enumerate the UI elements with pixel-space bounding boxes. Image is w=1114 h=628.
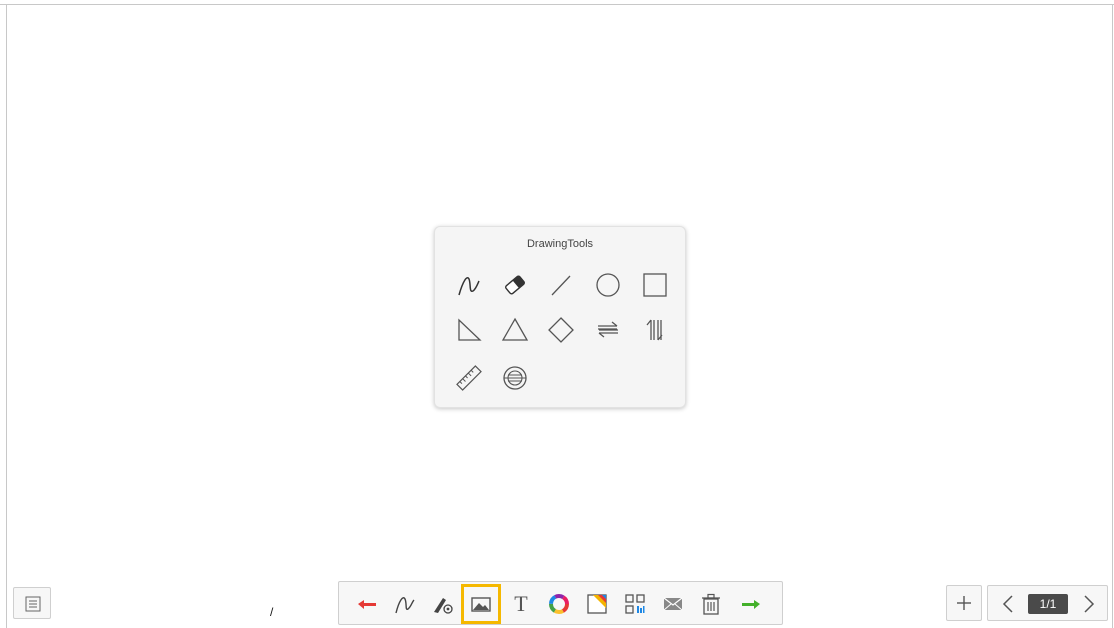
swap-vertical-icon xyxy=(646,319,663,341)
square-icon xyxy=(643,273,667,297)
swap-horizontal-icon xyxy=(598,321,618,338)
image-button[interactable] xyxy=(461,584,501,624)
color-picker-button[interactable] xyxy=(543,588,575,620)
pen-button[interactable] xyxy=(389,588,421,620)
text-icon: T xyxy=(514,591,528,616)
mail-icon xyxy=(663,597,683,611)
list-icon xyxy=(25,596,41,612)
drawing-tools-panel: DrawingTools xyxy=(434,226,686,408)
pen-icon xyxy=(395,597,415,614)
next-page-button[interactable] xyxy=(1075,590,1103,618)
color-wheel-icon xyxy=(549,594,569,614)
pen-settings-icon xyxy=(434,598,453,614)
add-page-button[interactable] xyxy=(946,585,982,621)
whiteboard-app: DrawingTools / T 1/1 xyxy=(0,0,1114,628)
redo-icon xyxy=(742,600,760,609)
eraser-tool-button[interactable] xyxy=(499,269,531,301)
ruler-tool-button[interactable] xyxy=(453,362,485,394)
swap-vertical-tool-button[interactable] xyxy=(639,314,671,346)
undo-icon xyxy=(358,600,376,609)
stray-mark: / xyxy=(270,605,274,619)
text-button[interactable]: T xyxy=(505,588,537,620)
redo-button[interactable] xyxy=(735,588,767,620)
ruler-icon xyxy=(456,365,482,391)
eraser-icon xyxy=(505,275,525,295)
frame-right-border xyxy=(1112,4,1113,628)
image-icon xyxy=(471,597,491,612)
diamond-icon xyxy=(548,317,574,343)
frame-top-border xyxy=(0,4,1114,5)
protractor-tool-button[interactable] xyxy=(499,362,531,394)
qr-code-button[interactable] xyxy=(619,588,651,620)
plus-icon xyxy=(957,596,971,610)
trash-icon xyxy=(702,593,720,615)
qr-code-icon xyxy=(625,594,645,614)
background-icon xyxy=(587,594,607,614)
right-triangle-tool-button[interactable] xyxy=(453,314,485,346)
frame-left-border xyxy=(6,4,7,628)
undo-button[interactable] xyxy=(351,588,383,620)
background-button[interactable] xyxy=(581,588,613,620)
pen-tool-button[interactable] xyxy=(453,269,485,301)
pen-icon xyxy=(458,277,480,296)
triangle-icon xyxy=(501,317,529,341)
mail-button[interactable] xyxy=(657,588,689,620)
main-toolbar: T xyxy=(338,581,783,625)
page-navigator: 1/1 xyxy=(987,585,1108,621)
drawing-tools-title: DrawingTools xyxy=(526,238,594,250)
line-tool-button[interactable] xyxy=(545,269,577,301)
page-indicator: 1/1 xyxy=(1028,594,1068,614)
chevron-left-icon xyxy=(1002,595,1013,613)
line-icon xyxy=(551,275,571,296)
right-triangle-icon xyxy=(458,318,482,341)
delete-button[interactable] xyxy=(695,588,727,620)
square-tool-button[interactable] xyxy=(639,269,671,301)
circle-icon xyxy=(596,273,620,297)
pen-settings-button[interactable] xyxy=(427,588,459,620)
menu-button[interactable] xyxy=(13,587,51,619)
triangle-tool-button[interactable] xyxy=(499,314,531,346)
circle-tool-button[interactable] xyxy=(592,269,624,301)
diamond-tool-button[interactable] xyxy=(545,314,577,346)
chevron-right-icon xyxy=(1084,595,1095,613)
swap-horizontal-tool-button[interactable] xyxy=(592,314,624,346)
previous-page-button[interactable] xyxy=(994,590,1022,618)
protractor-icon xyxy=(503,366,527,390)
